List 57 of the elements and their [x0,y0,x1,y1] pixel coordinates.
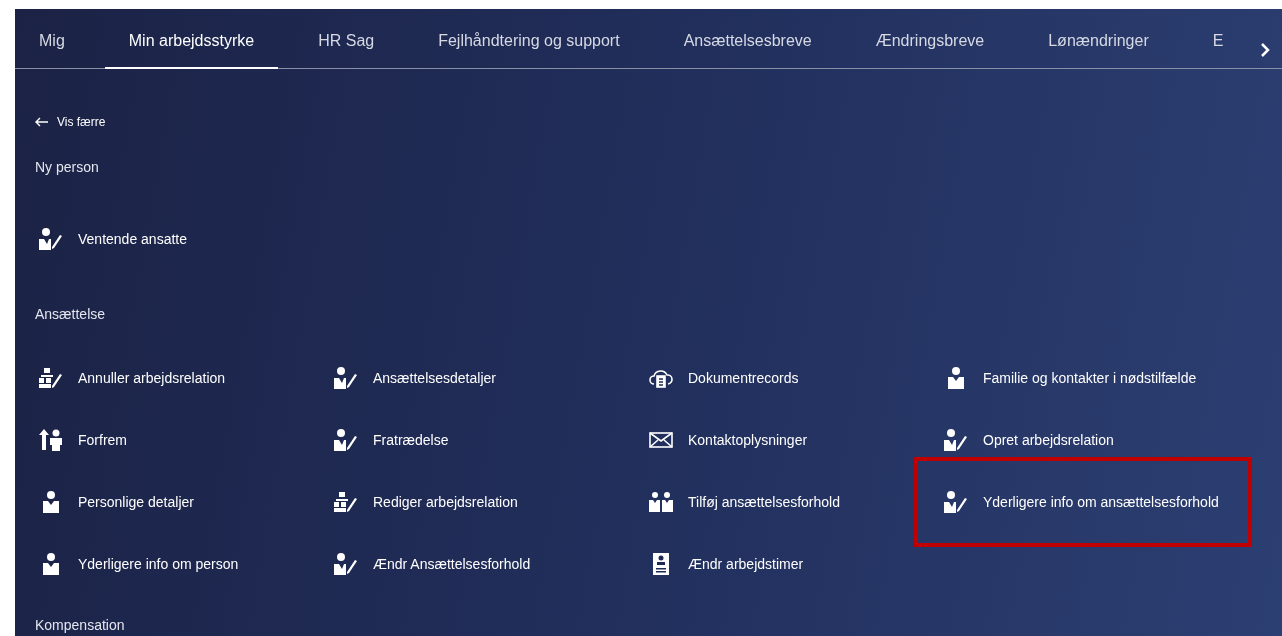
menu-link[interactable]: Rediger arbejdsrelation [330,485,518,519]
chevron-right-icon[interactable] [1260,42,1270,58]
person-pencil-icon [943,428,969,452]
person-pencil-icon [333,428,359,452]
section-title: Ny person [35,158,100,177]
menu-link-label: Yderligere info om ansættelsesforhold [983,492,1219,512]
menu-link-label: Forfrem [78,430,127,450]
menu-link-label: Rediger arbejdsrelation [373,492,518,512]
menu-link[interactable]: Dokumentrecords [645,361,799,395]
menu-link[interactable]: Fratrædelse [330,423,449,457]
menu-link-label: Dokumentrecords [688,368,799,388]
menu-link[interactable]: Ansættelsesdetaljer [330,361,496,395]
section-title: Ansættelse [35,305,107,324]
menu-link[interactable]: Forfrem [35,423,127,457]
tab[interactable]: Ansættelsesbreve [659,29,836,69]
tab[interactable]: Lønændringer [1024,29,1173,69]
tab[interactable]: Ændringsbreve [851,29,1009,69]
menu-link-label: Fratrædelse [373,430,449,450]
menu-link-label: Ventende ansatte [78,229,187,249]
menu-link[interactable]: Familie og kontakter i nødstilfælde [940,361,1197,395]
menu-link[interactable]: Tilføj ansættelsesforhold [645,485,840,519]
tab[interactable]: Fejlhåndtering og support [414,29,644,69]
arrow-left-icon [35,117,49,127]
menu-link-label: Personlige detaljer [78,492,194,512]
menu-link-label: Ændr Ansættelsesforhold [373,554,531,574]
person-pencil-icon [333,552,359,576]
tab[interactable]: HR Sag [294,29,399,69]
tab[interactable]: Min arbejdsstyrke [104,29,279,69]
menu-link[interactable]: Personlige detaljer [35,485,194,519]
menu-link[interactable]: Ventende ansatte [35,222,187,256]
menu-link-label: Yderligere info om person [78,554,239,574]
person-pencil-icon [333,366,359,390]
menu-link-label: Tilføj ansættelsesforhold [688,492,840,512]
menu-link[interactable]: Ændr arbejdstimer [645,547,804,581]
menu-link[interactable]: Kontaktoplysninger [645,423,808,457]
person-pencil-icon [38,227,64,251]
menu-link-label: Ændr arbejdstimer [688,554,804,574]
menu-link[interactable]: Yderligere info om ansættelsesforhold [940,485,1219,519]
back-link[interactable]: Vis færre [35,113,106,131]
menu-link-label: Familie og kontakter i nødstilfælde [983,368,1197,388]
menu-link[interactable]: Yderligere info om person [35,547,239,581]
menu-link-label: Kontaktoplysninger [688,430,808,450]
menu-link-label: Ansættelsesdetaljer [373,368,496,388]
tab[interactable]: Mig [15,29,89,69]
menu-link[interactable]: Ændr Ansættelsesforhold [330,547,531,581]
section-title: Kompensation [35,616,126,635]
arrow-person-icon [38,428,64,452]
back-link-label: Vis færre [57,114,106,131]
menu-link-label: Annuller arbejdsrelation [78,368,226,388]
menu-link[interactable]: Annuller arbejdsrelation [35,361,226,395]
org-chart-pencil-icon [333,490,359,514]
tab[interactable]: E [1188,29,1248,69]
menu-link-label: Opret arbejdsrelation [983,430,1114,450]
two-people-icon [648,490,674,514]
person-pencil-icon [943,490,969,514]
menu-link[interactable]: Opret arbejdsrelation [940,423,1114,457]
org-chart-pencil-icon [38,366,64,390]
